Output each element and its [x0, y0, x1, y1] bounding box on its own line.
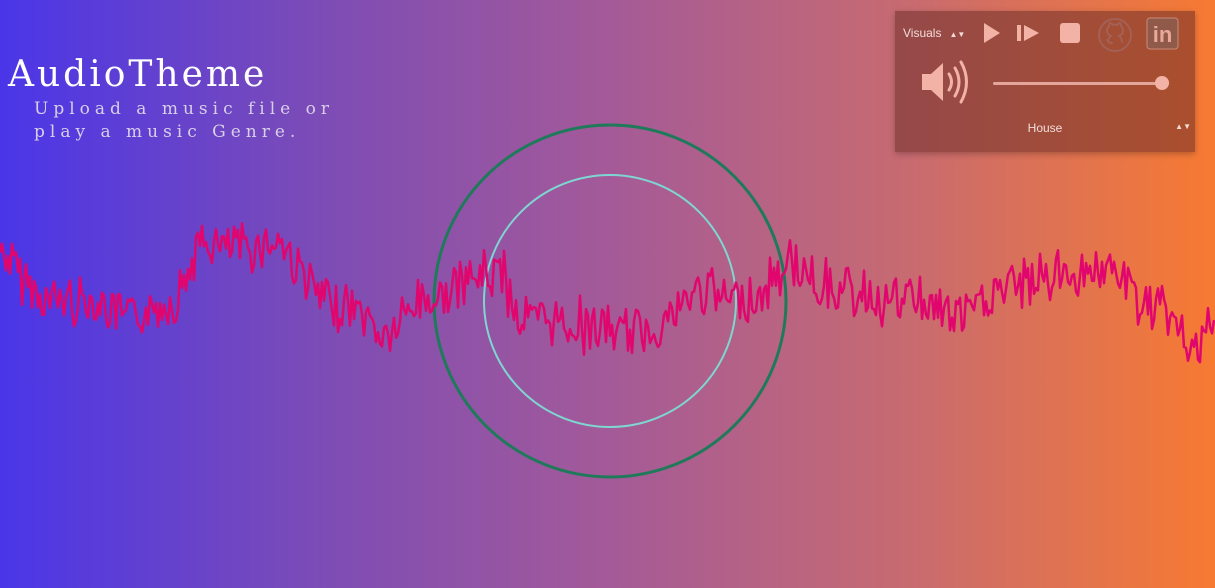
linkedin-icon[interactable]: in — [1146, 17, 1179, 50]
waveform-line — [0, 221, 1215, 364]
volume-icon[interactable] — [919, 57, 975, 107]
visuals-select-arrows: ▲▼ — [949, 30, 966, 39]
genre-select[interactable]: House — [895, 121, 1195, 135]
play-icon[interactable] — [978, 20, 1004, 46]
inner-ring — [483, 174, 737, 428]
skip-icon[interactable] — [1014, 20, 1040, 46]
volume-slider-track[interactable] — [993, 82, 1169, 85]
linkedin-text: in — [1153, 22, 1173, 47]
visuals-label: Visuals — [903, 26, 942, 40]
control-panel: Visuals ▲▼ in House ▲▼ — [895, 11, 1195, 152]
visuals-select[interactable]: Visuals ▲▼ — [903, 26, 965, 40]
stop-icon[interactable] — [1057, 20, 1083, 46]
github-icon[interactable] — [1097, 17, 1133, 53]
genre-select-arrows: ▲▼ — [1175, 122, 1191, 131]
outer-ring — [432, 123, 788, 479]
volume-slider-thumb[interactable] — [1154, 76, 1169, 90]
